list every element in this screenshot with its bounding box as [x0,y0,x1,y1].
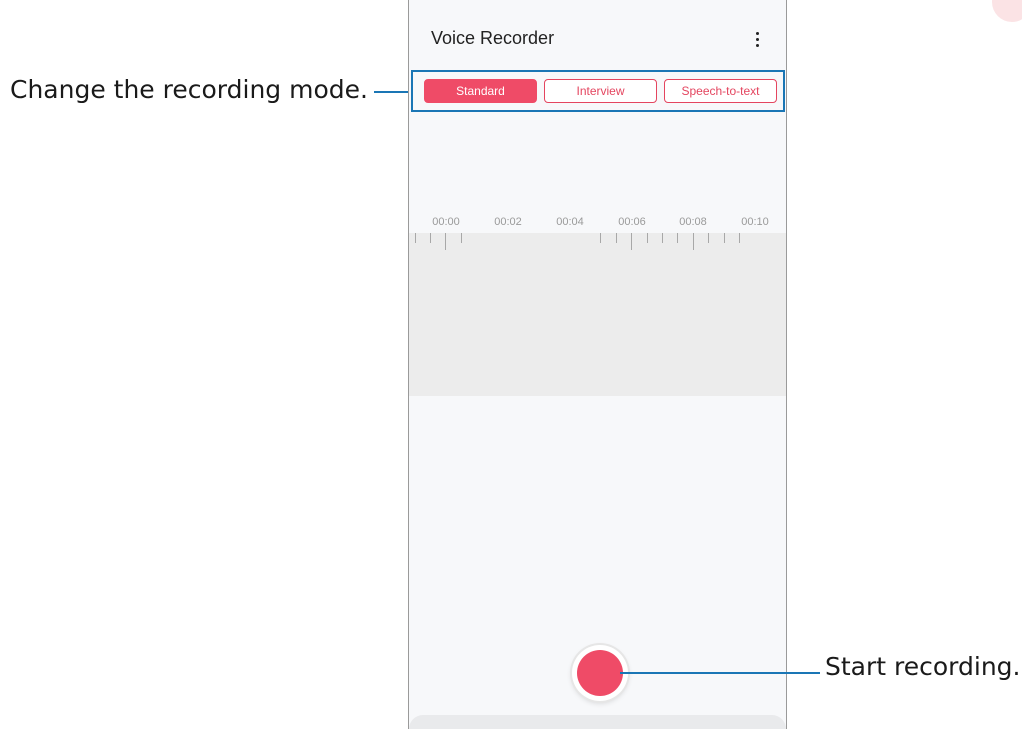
timeline-tick [631,233,632,250]
timeline-tick [724,233,725,243]
recording-mode-tabs: Standard Interview Speech-to-text [411,70,785,112]
timeline-tick [647,233,648,243]
timeline-label: 00:08 [679,216,707,228]
timeline-tick [430,233,431,243]
timeline-tick [739,233,740,243]
timeline-tick [445,233,446,250]
callout-change-mode: Change the recording mode. [10,75,368,104]
timeline-tick [600,233,601,243]
waveform-area [409,233,786,396]
callout-line-record [620,672,820,674]
timeline-label: 00:06 [618,216,646,228]
corner-decoration [992,0,1022,22]
timeline-tick [708,233,709,243]
timeline-label: 00:02 [494,216,522,228]
timeline-label: 00:00 [432,216,460,228]
timeline-labels: 00:00 00:02 00:04 00:06 00:08 00:10 [409,216,786,232]
callout-start-recording: Start recording. [825,652,1021,681]
app-title: Voice Recorder [431,28,555,48]
timeline-label: 00:04 [556,216,584,228]
tab-speech-to-text[interactable]: Speech-to-text [664,79,777,103]
more-options-icon[interactable] [746,28,768,50]
record-icon [577,650,623,696]
timeline-tick [662,233,663,243]
timeline-tick [616,233,617,243]
timeline-label: 00:10 [741,216,769,228]
tab-standard[interactable]: Standard [424,79,537,103]
phone-screen: Voice Recorder Standard Interview Speech… [408,0,787,729]
timeline-tick [677,233,678,243]
timeline-tick [693,233,694,250]
timeline-tick [461,233,462,243]
callout-line-mode [374,91,410,93]
tab-interview[interactable]: Interview [544,79,657,103]
timeline-tick [415,233,416,243]
phone-bottom-edge [409,715,786,729]
